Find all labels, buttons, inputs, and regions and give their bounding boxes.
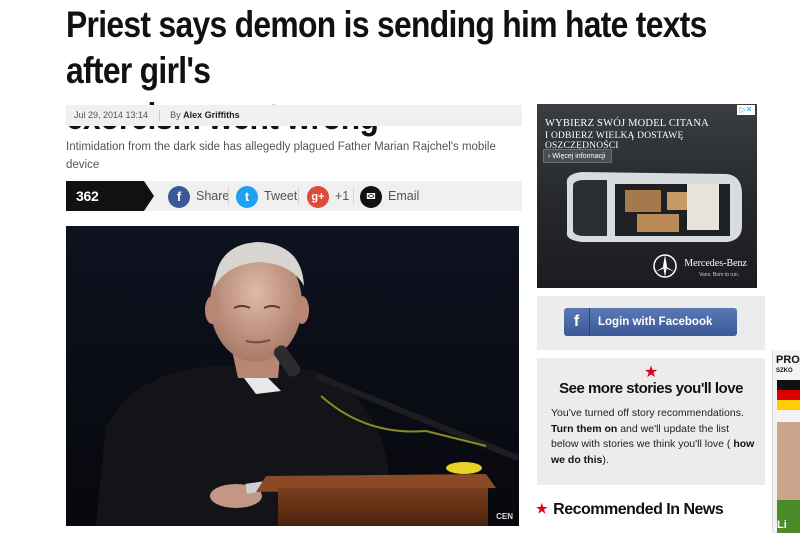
mercedes-advertisement[interactable]: ▷✕ WYBIERZ SWÓJ MODEL CITANA I ODBIERZ W… bbox=[537, 104, 757, 288]
facebook-login-button[interactable]: f Login with Facebook bbox=[564, 308, 737, 336]
share-divider bbox=[228, 187, 229, 205]
twitter-icon: t bbox=[236, 185, 258, 208]
stories-box-title: See more stories you'll love bbox=[559, 380, 743, 397]
facebook-icon: f bbox=[168, 185, 190, 208]
article-meta-bar: Jul 29, 2014 13:14 By Alex Griffiths bbox=[66, 105, 522, 126]
twitter-share-button[interactable]: t Tweet bbox=[236, 181, 297, 211]
google-plus-icon: g+ bbox=[307, 185, 329, 208]
twitter-share-label: Tweet bbox=[264, 189, 298, 203]
article-hero-image[interactable]: CEN bbox=[66, 226, 519, 526]
recommended-title: Recommended In News bbox=[553, 501, 724, 518]
side-advertisement[interactable]: PRO SZKO Li bbox=[772, 350, 800, 533]
facebook-share-label: Share bbox=[196, 189, 230, 203]
facebook-login-label: Login with Facebook bbox=[598, 316, 713, 328]
headline-line-1: Priest says demon is sending him hate te… bbox=[66, 4, 707, 91]
byline-label: By bbox=[170, 110, 181, 120]
email-share-button[interactable]: ✉ Email bbox=[360, 181, 419, 211]
email-icon: ✉ bbox=[360, 185, 382, 208]
share-count: 362 Shares bbox=[66, 181, 154, 234]
email-share-label: Email bbox=[388, 189, 420, 203]
turn-on-recommendations-link[interactable]: Turn them on bbox=[551, 423, 617, 435]
star-icon: ★ bbox=[536, 501, 548, 516]
facebook-login-box: f Login with Facebook bbox=[537, 296, 765, 350]
star-icon: ★ bbox=[643, 364, 659, 381]
standfirst-line-1: Intimidation from the dark side has alle… bbox=[66, 141, 496, 153]
facebook-icon: f bbox=[564, 308, 590, 336]
share-bar: 362 Shares f Share t Tweet g+ +1 ✉ Email bbox=[66, 181, 522, 234]
stories-text-intro: You've turned off story recommendations. bbox=[551, 407, 744, 419]
story-recommendations-box: ★ See more stories you'll love You've tu… bbox=[537, 358, 765, 485]
priest-photo bbox=[96, 242, 519, 526]
ad-tagline: Vans. Born to run. bbox=[699, 272, 739, 278]
share-divider bbox=[353, 187, 354, 205]
side-ad-line-3: Li bbox=[777, 519, 787, 531]
image-credit: CEN bbox=[496, 512, 513, 521]
stories-text-end: ). bbox=[602, 453, 609, 466]
recommended-heading: ★ Recommended In News bbox=[536, 501, 724, 519]
article-standfirst: Intimidation from the dark side has alle… bbox=[66, 138, 526, 174]
ad-brand-name: Mercedes-Benz bbox=[684, 258, 747, 269]
standfirst-line-2: device bbox=[66, 159, 100, 171]
german-flag-image bbox=[777, 380, 800, 533]
publish-date: Jul 29, 2014 13:14 bbox=[74, 110, 149, 120]
author-link[interactable]: Alex Griffiths bbox=[183, 110, 240, 120]
gplus-share-label: +1 bbox=[335, 189, 350, 203]
meta-divider bbox=[158, 110, 160, 122]
stories-box-text: You've turned off story recommendations.… bbox=[551, 406, 757, 468]
share-divider bbox=[298, 187, 299, 205]
gplus-share-button[interactable]: g+ +1 bbox=[307, 181, 349, 211]
facebook-share-button[interactable]: f Share bbox=[168, 181, 229, 211]
